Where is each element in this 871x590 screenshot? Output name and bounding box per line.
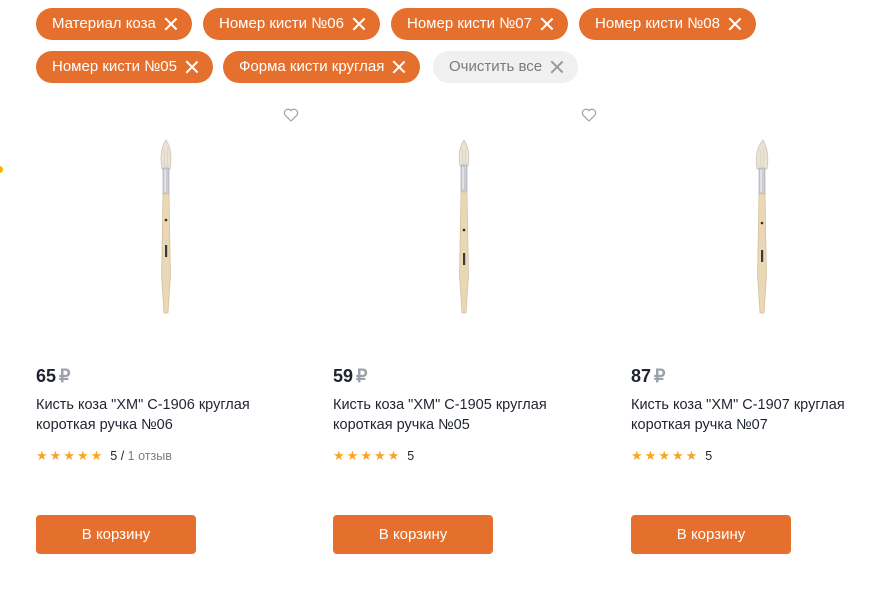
product-rating: ★ ★ ★ ★ ★ 5: [333, 449, 415, 464]
rating-value: 5: [705, 449, 713, 463]
heart-icon[interactable]: [283, 107, 299, 123]
star-icon: ★: [49, 448, 62, 463]
close-icon[interactable]: [185, 60, 199, 74]
brush-image[interactable]: [333, 135, 595, 330]
filter-chip-material[interactable]: Материал коза: [36, 8, 192, 40]
price-value: 59: [333, 366, 354, 386]
product-card: 65 ₽ Кисть коза "ХМ" С-1906 круглая корот…: [36, 100, 299, 570]
add-to-cart-button[interactable]: В корзину: [631, 515, 791, 554]
close-icon[interactable]: [728, 17, 742, 31]
star-icon: ★: [387, 448, 400, 463]
close-icon[interactable]: [164, 17, 178, 31]
rating-value: 5: [110, 449, 118, 463]
close-icon[interactable]: [540, 17, 554, 31]
product-rating: ★ ★ ★ ★ ★ 5 / 1 отзыв: [36, 449, 172, 464]
filter-chip-label: Номер кисти №08: [595, 15, 720, 32]
star-icon: ★: [671, 448, 684, 463]
star-icon: ★: [644, 448, 657, 463]
star-icon: ★: [333, 448, 345, 463]
heart-icon[interactable]: [581, 107, 597, 123]
star-icon: ★: [685, 448, 698, 463]
product-title[interactable]: Кисть коза "ХМ" С-1905 круглая короткая …: [333, 395, 595, 435]
filter-chip-label: Форма кисти круглая: [239, 58, 385, 75]
add-to-cart-button[interactable]: В корзину: [333, 515, 493, 554]
rating-stars: ★ ★ ★ ★ ★: [631, 449, 699, 463]
star-icon: ★: [36, 448, 48, 463]
product-title[interactable]: Кисть коза "ХМ" С-1907 круглая короткая …: [631, 395, 871, 435]
star-icon: ★: [658, 448, 670, 463]
close-icon[interactable]: [392, 60, 406, 74]
filter-chip-shape-round[interactable]: Форма кисти круглая: [223, 51, 421, 83]
brush-image[interactable]: [631, 135, 871, 330]
star-icon: ★: [76, 448, 89, 463]
ruble-icon: ₽: [356, 366, 368, 386]
product-price: 59 ₽: [333, 366, 367, 387]
ruble-icon: ₽: [59, 366, 71, 386]
add-to-cart-button[interactable]: В корзину: [36, 515, 196, 554]
star-icon: ★: [360, 448, 372, 463]
filter-chip-label: Номер кисти №07: [407, 15, 532, 32]
star-icon: ★: [373, 448, 386, 463]
star-icon: ★: [346, 448, 359, 463]
filter-chip-number-05[interactable]: Номер кисти №05: [36, 51, 213, 83]
close-icon[interactable]: [550, 60, 564, 74]
star-icon: ★: [90, 448, 103, 463]
rating-stars: ★ ★ ★ ★ ★: [333, 449, 401, 463]
filter-chip-label: Номер кисти №06: [219, 15, 344, 32]
filter-chip-number-06[interactable]: Номер кисти №06: [203, 8, 380, 40]
rating-stars: ★ ★ ★ ★ ★: [36, 449, 104, 463]
product-title[interactable]: Кисть коза "ХМ" С-1906 круглая короткая …: [36, 395, 298, 435]
close-icon[interactable]: [352, 17, 366, 31]
product-price: 87 ₽: [631, 366, 665, 387]
star-icon: ★: [63, 448, 75, 463]
star-icon: ★: [631, 448, 643, 463]
rating-separator: /: [117, 449, 128, 463]
edge-indicator-dot: [0, 166, 3, 173]
price-value: 65: [36, 366, 57, 386]
product-card: 87 ₽ Кисть коза "ХМ" С-1907 круглая корот…: [631, 100, 871, 570]
filter-chip-label: Номер кисти №05: [52, 58, 177, 75]
reviews-link[interactable]: 1 отзыв: [128, 449, 172, 463]
product-rating: ★ ★ ★ ★ ★ 5: [631, 449, 713, 464]
product-price: 65 ₽: [36, 366, 70, 387]
clear-all-label: Очистить все: [449, 58, 543, 75]
product-card: 59 ₽ Кисть коза "ХМ" С-1905 круглая корот…: [333, 100, 597, 570]
price-value: 87: [631, 366, 652, 386]
brush-image[interactable]: [36, 135, 298, 330]
filter-chip-number-07[interactable]: Номер кисти №07: [391, 8, 568, 40]
clear-all-button[interactable]: Очистить все: [433, 51, 579, 83]
filter-chip-label: Материал коза: [52, 15, 156, 32]
ruble-icon: ₽: [654, 366, 666, 386]
rating-value: 5: [407, 449, 415, 463]
filter-chip-number-08[interactable]: Номер кисти №08: [579, 8, 756, 40]
